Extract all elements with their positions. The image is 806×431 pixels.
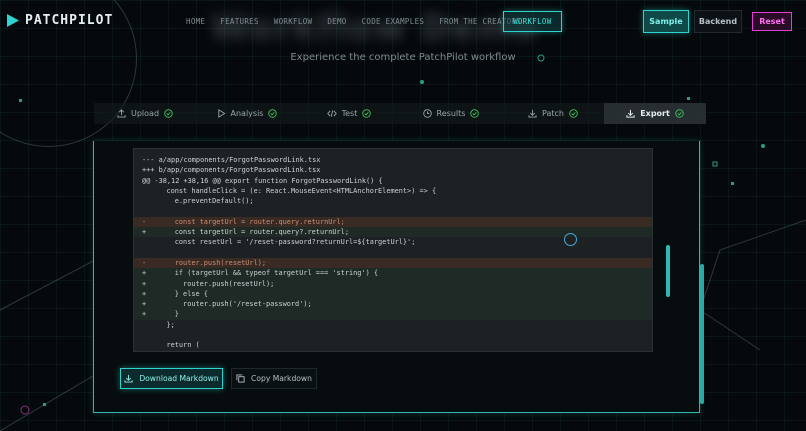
diff-line: };	[134, 320, 652, 330]
copy-markdown-label: Copy Markdown	[251, 374, 312, 383]
copy-icon	[236, 374, 245, 383]
diff-gutter-marker: -	[142, 258, 147, 267]
nav-features[interactable]: FEATURES	[220, 17, 259, 26]
step-label: Patch	[542, 109, 564, 118]
check-circle-icon	[470, 109, 480, 118]
step-label: Results	[436, 109, 466, 118]
diff-gutter-marker: +	[142, 289, 147, 298]
diff-gutter-marker: -	[142, 217, 147, 226]
diff-line-text: router.push(resetUrl);	[154, 258, 267, 267]
code-icon	[326, 110, 337, 117]
sample-button[interactable]: Sample	[643, 10, 689, 33]
step-label: Analysis	[230, 109, 264, 118]
diff-line-text: const handleClick = (e: React.MouseEvent…	[154, 186, 437, 195]
diff-line	[134, 206, 652, 216]
diff-line: + }	[134, 309, 652, 320]
diff-gutter-marker: +	[142, 228, 147, 237]
clock-icon	[422, 109, 432, 118]
diff-line-text: const targetUrl = router.query.returnUrl…	[154, 217, 345, 226]
diff-line: - const targetUrl = router.query.returnU…	[134, 216, 652, 228]
code-scrollbar[interactable]	[666, 245, 670, 297]
diff-line-text: @@ -38,12 +38,16 @@ export function Forg…	[142, 176, 383, 185]
play-icon	[217, 109, 226, 118]
diff-code-viewer[interactable]: --- a/app/components/ForgotPasswordLink.…	[133, 148, 653, 352]
diff-gutter-marker: +	[142, 279, 147, 288]
diff-line: + router.push(resetUrl);	[134, 278, 652, 289]
nav-workflow-active-button[interactable]: WORKFLOW	[503, 11, 562, 32]
step-label: Export	[640, 109, 670, 118]
page-subtitle: Experience the complete PatchPilot workf…	[290, 52, 516, 63]
diff-line	[134, 330, 652, 340]
diff-line-text: e.preventDefault();	[154, 197, 254, 206]
diff-line: + router.push('/reset-password');	[134, 299, 652, 310]
copy-markdown-button[interactable]: Copy Markdown	[231, 368, 317, 389]
diff-lines: --- a/app/components/ForgotPasswordLink.…	[134, 155, 652, 351]
diff-line	[134, 248, 652, 258]
check-circle-icon	[675, 109, 684, 118]
check-circle-icon	[164, 109, 173, 118]
upload-icon	[117, 109, 126, 118]
check-circle-icon	[569, 109, 578, 118]
diff-line-text: return (	[154, 341, 200, 350]
reset-button[interactable]: Reset	[752, 12, 792, 31]
diff-line: - router.push(resetUrl);	[134, 257, 652, 269]
diff-gutter-marker: +	[142, 269, 147, 278]
download-markdown-label: Download Markdown	[139, 374, 219, 383]
step-test[interactable]: Test	[298, 103, 400, 124]
step-results[interactable]: Results	[400, 103, 502, 124]
nav-code-examples[interactable]: CODE EXAMPLES	[362, 17, 425, 26]
top-navigation-bar: PATCHPILOT HOME FEATURES WORKFLOW DEMO C…	[0, 0, 806, 44]
step-upload[interactable]: Upload	[94, 103, 196, 124]
download-icon	[124, 374, 133, 383]
main-nav: HOME FEATURES WORKFLOW DEMO CODE EXAMPLE…	[186, 17, 536, 26]
brand-name: PATCHPILOT	[25, 13, 114, 28]
download-icon	[626, 109, 635, 118]
play-logo-icon	[7, 14, 19, 27]
diff-line-text: router.push(resetUrl);	[154, 279, 275, 288]
diff-line: --- a/app/components/ForgotPasswordLink.…	[134, 155, 652, 165]
diff-line: @@ -38,12 +38,16 @@ export function Forg…	[134, 176, 652, 186]
decor-triangle-right	[700, 220, 806, 350]
diff-line: + } else {	[134, 288, 652, 300]
diff-line: return (	[134, 340, 652, 350]
nav-workflow[interactable]: WORKFLOW	[274, 17, 313, 26]
diff-line-text: if (targetUrl && typeof targetUrl === 's…	[154, 269, 379, 278]
nav-demo[interactable]: DEMO	[327, 17, 346, 26]
panel-scrollbar[interactable]	[700, 264, 704, 404]
check-circle-icon	[362, 109, 372, 118]
diff-gutter-marker: +	[142, 310, 147, 319]
step-export[interactable]: Export	[604, 103, 706, 124]
brand[interactable]: PATCHPILOT	[7, 13, 113, 28]
diff-line-text: --- a/app/components/ForgotPasswordLink.…	[142, 156, 321, 164]
step-analysis[interactable]: Analysis	[196, 103, 298, 124]
cursor-indicator	[564, 233, 577, 246]
backend-button[interactable]: Backend	[694, 10, 742, 33]
diff-line: const handleClick = (e: React.MouseEvent…	[134, 186, 652, 196]
step-patch[interactable]: Patch	[502, 103, 604, 124]
diff-line: e.preventDefault();	[134, 196, 652, 206]
diff-line-text: const targetUrl = router.query?.returnUr…	[154, 228, 349, 237]
download-markdown-button[interactable]: Download Markdown	[120, 368, 223, 389]
diff-line-text: const resetUrl = '/reset-password?return…	[154, 238, 416, 247]
download-icon	[528, 109, 537, 118]
diff-gutter-marker: +	[142, 300, 147, 309]
diff-line-text: +++ b/app/components/ForgotPasswordLink.…	[142, 166, 321, 175]
workflow-steps: Upload Analysis Test Results Patch Expor…	[94, 103, 706, 124]
diff-line-text: }	[154, 310, 179, 319]
diff-line: +++ b/app/components/ForgotPasswordLink.…	[134, 165, 652, 175]
diff-line: + if (targetUrl && typeof targetUrl === …	[134, 268, 652, 279]
diff-line-text: router.push('/reset-password');	[154, 300, 312, 309]
step-label: Upload	[130, 109, 160, 118]
check-circle-icon	[268, 109, 278, 118]
diff-line-text: };	[154, 320, 175, 329]
nav-home[interactable]: HOME	[186, 17, 205, 26]
diff-line-text: } else {	[154, 289, 208, 298]
step-label: Test	[341, 109, 358, 118]
